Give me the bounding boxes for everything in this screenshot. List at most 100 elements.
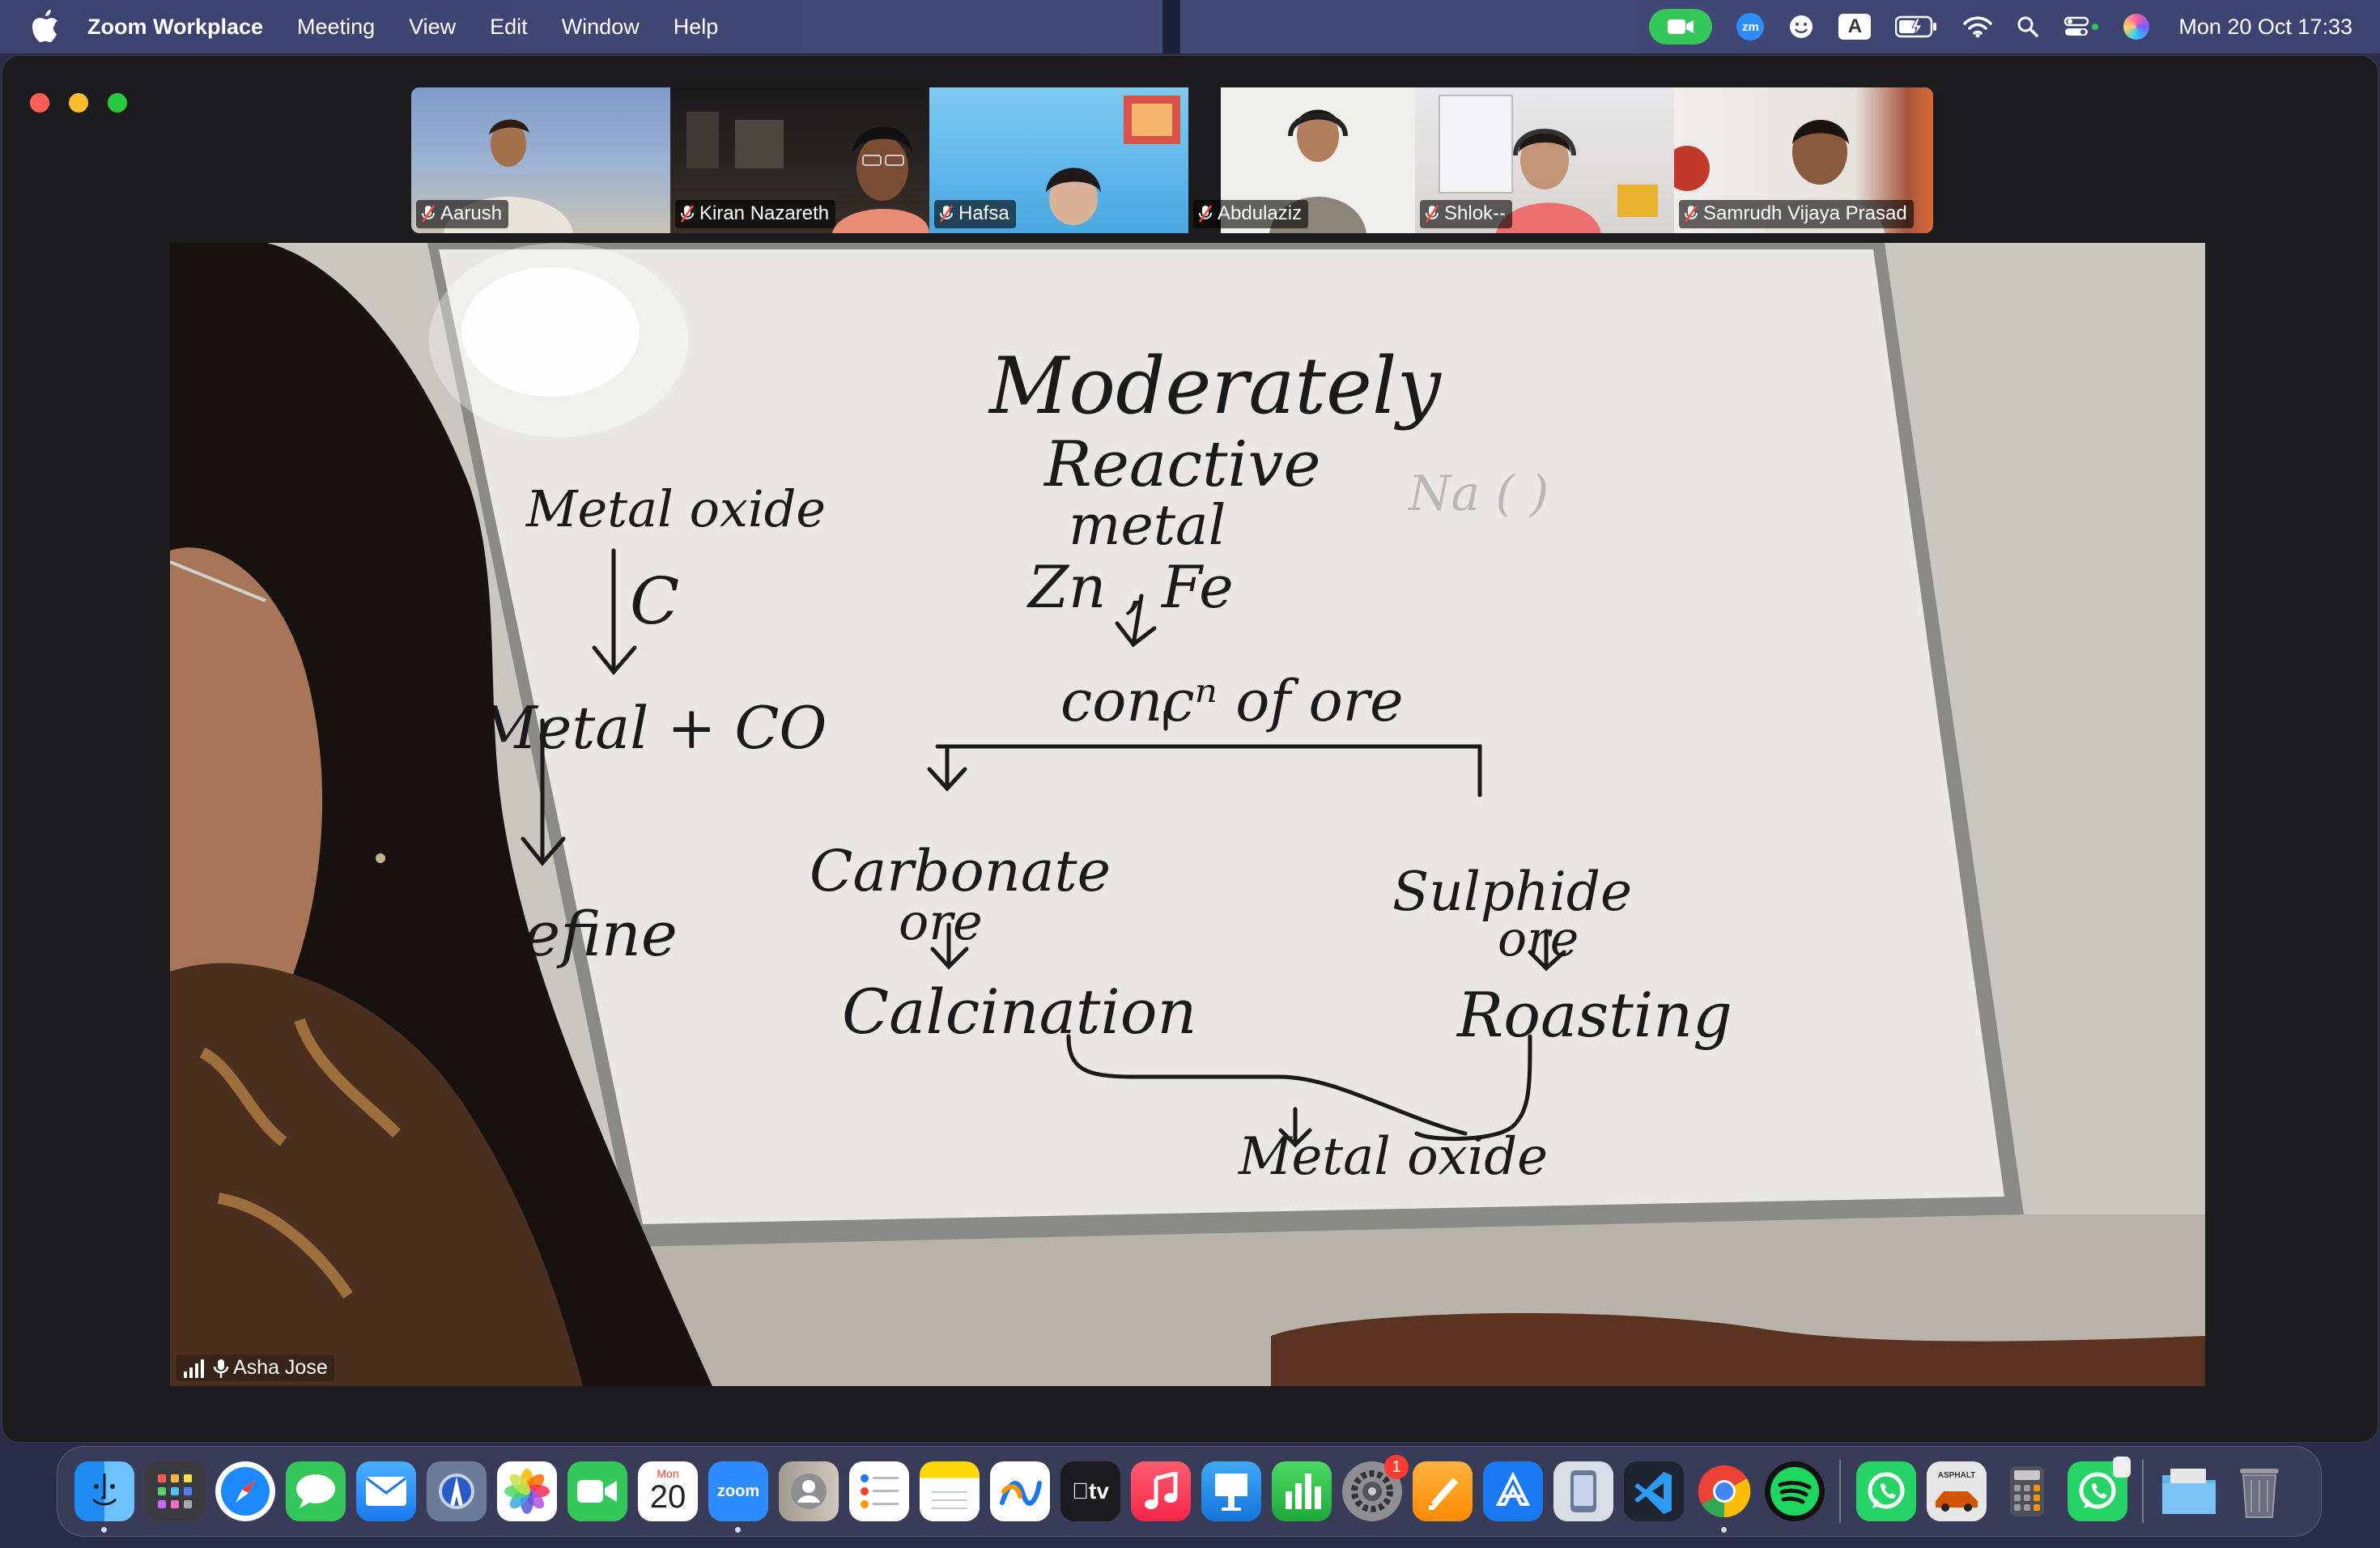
facetime-icon (577, 1480, 617, 1503)
spotlight-search-icon[interactable] (2017, 15, 2039, 38)
dock-chrome[interactable] (1694, 1461, 1754, 1533)
wb-side-product: Metal + CO (476, 694, 827, 762)
participant-strip: Aarush Kiran Nazareth Hafsa Abdulaziz Sh… (411, 87, 1933, 233)
status-area: zm A Mon 20 Oct 17:33 (1649, 0, 2352, 53)
participant-name-tag: Abdulaziz (1193, 200, 1309, 228)
dock-tv[interactable]: tv (1060, 1461, 1120, 1521)
dock-photos[interactable] (497, 1461, 557, 1521)
dock-notes[interactable] (920, 1461, 980, 1521)
menu-edit[interactable]: Edit (490, 15, 528, 40)
dock-safari[interactable] (215, 1461, 275, 1521)
running-indicator (735, 1527, 741, 1533)
participant-name: Hafsa (958, 202, 1009, 224)
input-source-icon[interactable]: A (1838, 14, 1872, 40)
notes-icon (932, 1491, 967, 1509)
dock-numbers[interactable] (1272, 1461, 1332, 1521)
chrome-icon (1698, 1465, 1751, 1518)
signal-strength-icon (184, 1359, 204, 1378)
mail-icon (366, 1477, 406, 1506)
calendar-month: Mon (657, 1467, 679, 1480)
apple-menu-icon[interactable] (31, 10, 60, 42)
dock-whatsapp[interactable] (1856, 1461, 1916, 1521)
calendar-day: 20 (649, 1479, 686, 1515)
app-menu-zoom-workplace[interactable]: Zoom Workplace (87, 15, 263, 40)
whiteboard-scene: Moderately Reactive metal Zn , Fe concⁿ … (170, 243, 2205, 1386)
participant-name-tag: Samrudh Vijaya Prasad (1679, 200, 1914, 228)
siri-icon[interactable] (2123, 14, 2150, 40)
active-speaker-video[interactable]: Moderately Reactive metal Zn , Fe concⁿ … (170, 243, 2205, 1386)
dock-messages[interactable] (286, 1461, 346, 1521)
menu-window[interactable]: Window (562, 15, 640, 40)
tv-icon: tv (1072, 1478, 1109, 1503)
dock-pages[interactable] (1413, 1461, 1473, 1521)
zoom-camera-icon[interactable] (1649, 9, 1713, 45)
dock-downloads[interactable] (2159, 1461, 2219, 1521)
window-minimize-button[interactable] (69, 93, 88, 113)
car-icon (1936, 1491, 1978, 1512)
control-center-icon[interactable] (2063, 15, 2099, 38)
wb-side-reagent: C (630, 563, 679, 639)
participant-tile[interactable]: Aarush (411, 87, 670, 233)
wb-title: Moderately (988, 341, 1443, 432)
speaker-name-tag: Asha Jose (176, 1354, 334, 1381)
participant-tile[interactable]: Kiran Nazareth (670, 87, 929, 233)
dock-asphalt[interactable]: ASPHALT (1927, 1461, 1987, 1521)
dock: Mon 20 zoom tv 1 (57, 1446, 2322, 1537)
dock-calculator[interactable] (1997, 1461, 2057, 1521)
contacts-icon (791, 1474, 827, 1509)
wb-title-2: Reactive (1043, 428, 1321, 501)
dock-freeform[interactable] (990, 1461, 1050, 1521)
wb-side-top: Metal oxide (525, 479, 826, 538)
dock-mail[interactable] (356, 1461, 416, 1521)
dock-launchpad[interactable] (145, 1461, 205, 1521)
dock-simulator[interactable] (1553, 1461, 1613, 1521)
dock-reminders[interactable] (849, 1461, 909, 1521)
dock-preview[interactable] (427, 1461, 487, 1521)
dock-spotify[interactable] (1765, 1461, 1825, 1521)
menu-view[interactable]: View (409, 15, 456, 40)
participant-tile[interactable]: Shlok-- (1415, 87, 1674, 233)
dock-keynote[interactable] (1201, 1461, 1261, 1521)
menubar-clock[interactable]: Mon 20 Oct 17:33 (2178, 15, 2352, 40)
mic-muted-icon (1198, 205, 1213, 223)
menu-bar: Zoom Workplace Meeting View Edit Window … (0, 0, 2380, 53)
mic-muted-icon (1684, 205, 1698, 223)
dock-finder[interactable] (74, 1461, 134, 1533)
window-zoom-button[interactable] (108, 93, 127, 113)
messages-icon (296, 1474, 335, 1508)
zoom-icon: zoom (716, 1482, 760, 1500)
dock-whatsapp-beta[interactable] (2068, 1457, 2131, 1521)
wifi-icon[interactable] (1963, 15, 1993, 38)
emoji-icon[interactable] (1788, 14, 1814, 40)
running-indicator (101, 1527, 107, 1533)
participant-name-tag: Hafsa (934, 200, 1016, 228)
dock-xcode[interactable] (1483, 1461, 1543, 1521)
dock-facetime[interactable] (567, 1461, 627, 1521)
participant-tile[interactable]: Samrudh Vijaya Prasad (1674, 87, 1933, 233)
window-close-button[interactable] (30, 93, 49, 113)
pages-icon (1429, 1478, 1458, 1510)
photos-icon (504, 1469, 550, 1514)
dock-calendar[interactable]: Mon 20 (638, 1461, 698, 1521)
participant-name-tag: Kiran Nazareth (675, 200, 836, 228)
participant-tile[interactable]: Abdulaziz (1188, 87, 1415, 233)
dock-system-settings[interactable]: 1 (1342, 1455, 1409, 1521)
dock-contacts[interactable] (779, 1461, 839, 1521)
preview-icon (439, 1474, 474, 1509)
wb-right-branch-ore: ore (1498, 911, 1579, 968)
safari-icon (221, 1467, 270, 1516)
reminders-icon (861, 1474, 899, 1508)
zoom-status-icon[interactable]: zm (1736, 13, 1765, 40)
menu-meeting[interactable]: Meeting (297, 15, 375, 40)
dock-trash[interactable] (2229, 1461, 2289, 1521)
menu-help[interactable]: Help (674, 15, 719, 40)
vscode-icon (1634, 1472, 1672, 1514)
dock-vscode[interactable] (1624, 1461, 1684, 1521)
dock-zoom[interactable]: zoom (708, 1461, 768, 1533)
participant-tile[interactable]: Hafsa (929, 87, 1188, 233)
finder-icon (91, 1474, 117, 1506)
dock-music[interactable] (1131, 1461, 1191, 1521)
trash-icon (2240, 1469, 2279, 1518)
battery-icon[interactable] (1895, 15, 1939, 38)
wb-result: Metal oxide (1238, 1127, 1548, 1187)
